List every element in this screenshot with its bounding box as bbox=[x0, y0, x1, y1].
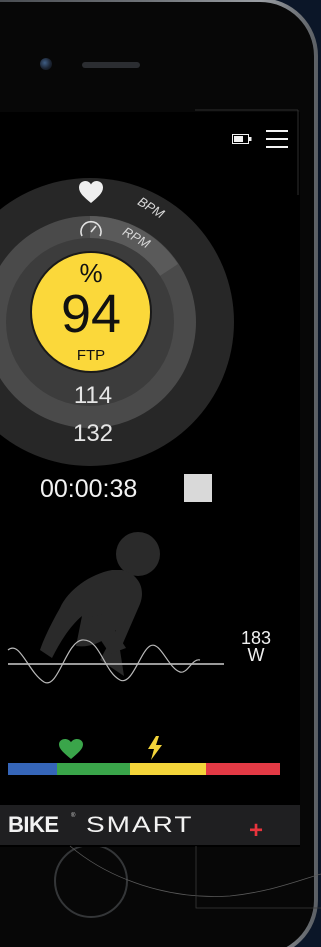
zone-segment-yellow bbox=[130, 763, 206, 775]
brand-bike-text: BIKE bbox=[8, 812, 59, 837]
zone-segment-green bbox=[57, 763, 130, 775]
bpm-value: 132 bbox=[72, 420, 114, 447]
heart-icon bbox=[79, 181, 103, 203]
lightning-icon bbox=[148, 736, 162, 760]
brand-registered-mark: ® bbox=[71, 813, 76, 819]
power-readout: 183 W bbox=[238, 629, 274, 665]
page: BPM RPM % 94 FTP 114 132 00:00:38 183 W bbox=[0, 0, 321, 947]
ftp-label: FTP bbox=[76, 347, 106, 364]
app-screen: BPM RPM % 94 FTP 114 132 00:00:38 183 W bbox=[0, 112, 300, 847]
brand-smart-text: SMART bbox=[86, 812, 194, 837]
menu-icon[interactable] bbox=[266, 130, 288, 148]
earpiece-speaker bbox=[82, 62, 140, 68]
brand-bar: BIKE ® SMART + bbox=[0, 805, 300, 845]
zone-segment-red bbox=[206, 763, 280, 775]
zone-segment-blue bbox=[8, 763, 57, 775]
rpm-value: 114 bbox=[73, 382, 113, 409]
rider-illustration bbox=[7, 532, 224, 684]
ftp-gauge: % 94 FTP bbox=[30, 251, 152, 373]
power-wave bbox=[7, 639, 201, 684]
stop-button[interactable] bbox=[184, 474, 212, 502]
ftp-value: 94 bbox=[60, 284, 122, 344]
elapsed-timer: 00:00:38 bbox=[40, 475, 138, 503]
power-unit: W bbox=[247, 645, 265, 665]
battery-icon bbox=[232, 134, 252, 144]
front-camera bbox=[40, 58, 52, 70]
brand-plus-mark: + bbox=[249, 817, 264, 844]
home-button[interactable] bbox=[54, 844, 128, 918]
speedometer-icon bbox=[80, 220, 102, 237]
zone-heart-icon bbox=[59, 739, 83, 759]
